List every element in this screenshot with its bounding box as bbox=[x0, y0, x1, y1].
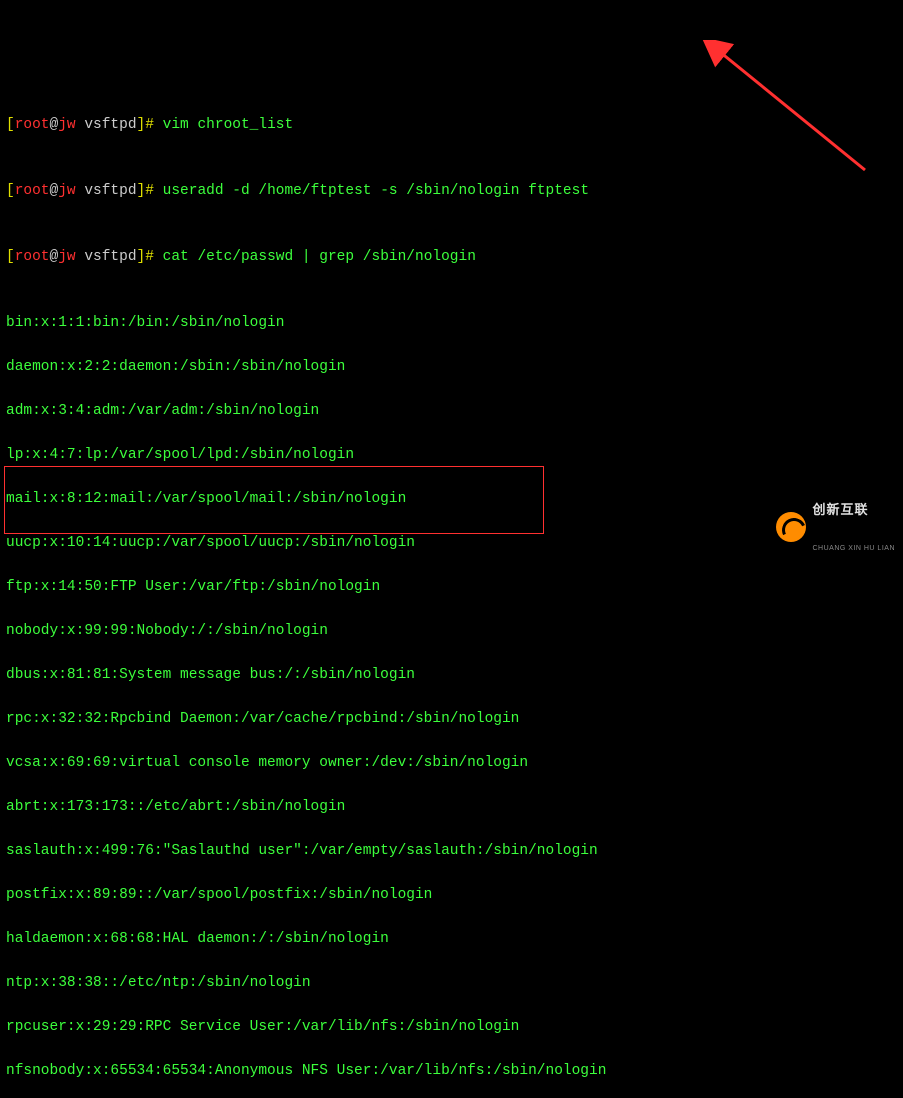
output-line: lp:x:4:7:lp:/var/spool/lpd:/sbin/nologin bbox=[6, 444, 897, 466]
bracket-close: ]# bbox=[137, 117, 163, 133]
prompt-line: [root@jw vsftpd]# vim chroot_list bbox=[6, 114, 897, 136]
command-input[interactable]: useradd -d /home/ftptest -s /sbin/nologi… bbox=[163, 183, 589, 199]
prompt-user: root bbox=[15, 117, 50, 133]
output-line: bin:x:1:1:bin:/bin:/sbin/nologin bbox=[6, 312, 897, 334]
prompt-dir-name: vsftpd bbox=[84, 183, 136, 199]
watermark-logo: 创新互联 CHUANG XIN HU LIAN bbox=[776, 509, 895, 545]
output-line: daemon:x:2:2:daemon:/sbin:/sbin/nologin bbox=[6, 356, 897, 378]
logo-text: 创新互联 CHUANG XIN HU LIAN bbox=[812, 474, 895, 581]
prompt-at: @ bbox=[50, 183, 59, 199]
prompt-host: jw bbox=[58, 249, 75, 265]
prompt-dir-name: vsftpd bbox=[84, 249, 136, 265]
output-line: nobody:x:99:99:Nobody:/:/sbin/nologin bbox=[6, 620, 897, 642]
logo-text-zh: 创新互联 bbox=[812, 503, 895, 516]
output-line: rpc:x:32:32:Rpcbind Daemon:/var/cache/rp… bbox=[6, 708, 897, 730]
prompt-line: [root@jw vsftpd]# cat /etc/passwd | grep… bbox=[6, 246, 897, 268]
bracket-close: ]# bbox=[137, 183, 163, 199]
output-line: dbus:x:81:81:System message bus:/:/sbin/… bbox=[6, 664, 897, 686]
prompt-user: root bbox=[15, 183, 50, 199]
output-line: vcsa:x:69:69:virtual console memory owne… bbox=[6, 752, 897, 774]
output-line: saslauth:x:499:76:"Saslauthd user":/var/… bbox=[6, 840, 897, 862]
prompt-user: root bbox=[15, 249, 50, 265]
output-line: abrt:x:173:173::/etc/abrt:/sbin/nologin bbox=[6, 796, 897, 818]
prompt-line: [root@jw vsftpd]# useradd -d /home/ftpte… bbox=[6, 180, 897, 202]
logo-text-py: CHUANG XIN HU LIAN bbox=[812, 545, 895, 552]
logo-mark-icon bbox=[776, 512, 806, 542]
prompt-at: @ bbox=[50, 249, 59, 265]
output-line: nfsnobody:x:65534:65534:Anonymous NFS Us… bbox=[6, 1060, 897, 1082]
output-line: mail:x:8:12:mail:/var/spool/mail:/sbin/n… bbox=[6, 488, 897, 510]
prompt-host: jw bbox=[58, 117, 75, 133]
command-input[interactable]: vim chroot_list bbox=[163, 117, 294, 133]
bracket-close: ]# bbox=[137, 249, 163, 265]
command-input[interactable]: cat /etc/passwd | grep /sbin/nologin bbox=[163, 249, 476, 265]
output-line: postfix:x:89:89::/var/spool/postfix:/sbi… bbox=[6, 884, 897, 906]
output-line: uucp:x:10:14:uucp:/var/spool/uucp:/sbin/… bbox=[6, 532, 897, 554]
output-line: ftp:x:14:50:FTP User:/var/ftp:/sbin/nolo… bbox=[6, 576, 897, 598]
output-line: rpcuser:x:29:29:RPC Service User:/var/li… bbox=[6, 1016, 897, 1038]
output-line: adm:x:3:4:adm:/var/adm:/sbin/nologin bbox=[6, 400, 897, 422]
annotation-arrow-icon bbox=[695, 40, 885, 180]
prompt-dir-name: vsftpd bbox=[84, 117, 136, 133]
bracket-open: [ bbox=[6, 249, 15, 265]
bracket-open: [ bbox=[6, 117, 15, 133]
output-line: haldaemon:x:68:68:HAL daemon:/:/sbin/nol… bbox=[6, 928, 897, 950]
bracket-open: [ bbox=[6, 183, 15, 199]
output-line: ntp:x:38:38::/etc/ntp:/sbin/nologin bbox=[6, 972, 897, 994]
prompt-host: jw bbox=[58, 183, 75, 199]
prompt-at: @ bbox=[50, 117, 59, 133]
